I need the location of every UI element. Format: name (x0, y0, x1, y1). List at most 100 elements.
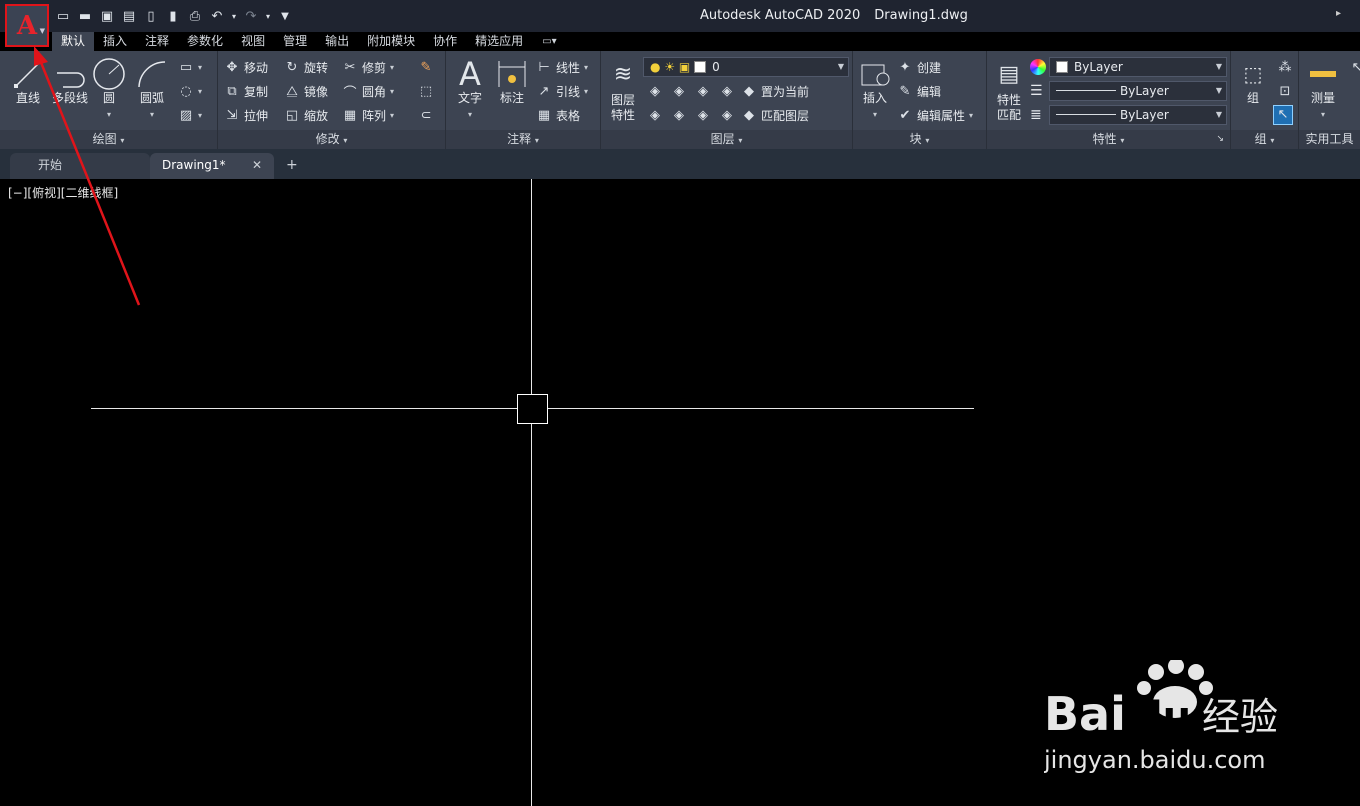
text-button[interactable]: A 文字 ▾ (450, 55, 490, 120)
create-block-button[interactable]: ✦ 创建 (897, 57, 941, 77)
scale-button[interactable]: ◱ 缩放 (284, 105, 328, 125)
array-button[interactable]: ▦ 阵列 ▾ (342, 105, 394, 125)
layer-lock-icon[interactable]: ◈ (719, 84, 735, 99)
layer-thaw-icon[interactable]: ◈ (695, 108, 711, 123)
copy-icon: ⧉ (227, 83, 237, 99)
layer-tools-row1: ◈ ◈ ◈ ◈ (647, 81, 735, 101)
panel-modify-title[interactable]: 修改 ▾ (218, 130, 445, 149)
tab-view[interactable]: 视图 (232, 32, 274, 51)
edit-attributes-button[interactable]: ✔ 编辑属性 ▾ (897, 105, 973, 125)
trim-icon: ✂ (344, 59, 356, 75)
undo-icon[interactable]: ↶ (208, 7, 226, 25)
panel-layers-title[interactable]: 图层 ▾ (601, 130, 852, 149)
tab-featured-apps[interactable]: 精选应用 (466, 32, 532, 51)
ribbon: 直线 多段线 圆 ▾ 圆弧 ▾ ▭ ▾ ◌ ▾ ▨ ▾ 绘图 ▾ ✥ 移动 ↻ 旋转 ✂ 修… (0, 51, 1360, 149)
ungroup-button[interactable]: ⁂ (1277, 57, 1293, 77)
dimension-button[interactable]: 标注 (492, 57, 532, 106)
tab-drawing1[interactable]: Drawing1* ✕ (150, 153, 274, 179)
fillet-button[interactable]: ⌒ 圆角 ▾ (342, 81, 394, 101)
mirror-icon: ⧋ (286, 83, 298, 99)
ruler-icon (1303, 57, 1343, 91)
layer-unisolate-icon[interactable]: ◈ (671, 108, 687, 123)
tab-output[interactable]: 输出 (316, 32, 358, 51)
match-layer-button[interactable]: ◆ 匹配图层 (741, 105, 809, 125)
tab-addins[interactable]: 附加模块 (358, 32, 424, 51)
leader-icon: ↗ (538, 83, 550, 99)
tab-manage[interactable]: 管理 (274, 32, 316, 51)
dialog-launcher-icon[interactable]: ↘ (1216, 130, 1224, 149)
linetype-icon: ≣ (1030, 107, 1042, 123)
linear-dim-button[interactable]: ⊢ 线性 ▾ (536, 57, 588, 77)
plot-printer-icon[interactable]: ⎙ (186, 7, 204, 25)
sun-icon: ☀ (664, 60, 676, 74)
red-pointer-arrow-icon (34, 46, 141, 306)
measure-button[interactable]: 测量 ▾ (1303, 57, 1343, 120)
redo-dropdown-icon[interactable]: ▾ (264, 7, 272, 25)
panel-properties-title[interactable]: 特性 ▾ ↘ (987, 130, 1230, 149)
lineweight-dropdown[interactable]: ByLayer ▼ (1049, 105, 1227, 125)
ribbon-minimize-icon[interactable]: ▭▾ (542, 32, 556, 51)
layer-freeze-icon[interactable]: ◈ (695, 84, 711, 99)
mirror-button[interactable]: ⧋ 镜像 (284, 81, 328, 101)
redo-icon[interactable]: ↷ (242, 7, 260, 25)
copy-button[interactable]: ⧉ 复制 (224, 81, 268, 101)
table-button[interactable]: ▦ 表格 (536, 105, 580, 125)
layer-unlock-icon[interactable]: ◈ (719, 108, 735, 123)
window-title: Autodesk AutoCAD 2020 Drawing1.dwg (700, 8, 968, 23)
linetype-dropdown[interactable]: ByLayer ▼ (1049, 81, 1227, 101)
panel-annotation-title[interactable]: 注释 ▾ (446, 130, 600, 149)
new-tab-button[interactable]: + (280, 153, 304, 179)
lightbulb-icon: ● (650, 60, 661, 74)
panel-layers: ≋ 图层 特性 ● ☀ ▣ 0 ▼ ◈ ◈ ◈ ◈ ◆ 置为当前 ◈ ◈ ◈ ◈ … (601, 51, 853, 149)
select-all-button[interactable]: ↖ (1349, 57, 1360, 77)
match-properties-button[interactable]: ▤ 特性 匹配 (989, 55, 1029, 123)
explode-button[interactable]: ⬚ (418, 81, 434, 101)
customize-qat-icon[interactable]: ▼ (276, 7, 294, 25)
explode-icon: ⬚ (419, 83, 433, 99)
layer-properties-button[interactable]: ≋ 图层 特性 (603, 55, 643, 123)
rotate-icon: ↻ (286, 59, 298, 75)
color-dropdown[interactable]: ByLayer ▼ (1049, 57, 1227, 77)
hatch-button[interactable]: ▨ ▾ (178, 105, 202, 125)
color-wheel-icon (1030, 59, 1046, 75)
document-title: Drawing1.dwg (874, 8, 968, 23)
insert-block-button[interactable]: 插入 ▾ (855, 57, 895, 120)
layer-isolate-icon[interactable]: ◈ (671, 84, 687, 99)
array-icon: ▦ (343, 107, 357, 123)
edit-block-button[interactable]: ✎ 编辑 (897, 81, 941, 101)
insert-block-icon (855, 57, 895, 91)
group-icon: ⬚ (1243, 62, 1263, 86)
panel-utilities: 测量 ▾ ↖ 实用工具 (1299, 51, 1360, 149)
panel-groups: ⬚ 组 ⁂ ⊡ ↖ 组 ▾ (1231, 51, 1299, 149)
tab-parametric[interactable]: 参数化 (178, 32, 232, 51)
rotate-button[interactable]: ↻ 旋转 (284, 57, 328, 77)
svg-text:jingyan.baidu.com: jingyan.baidu.com (1044, 746, 1265, 774)
layer-dropdown[interactable]: ● ☀ ▣ 0 ▼ (643, 57, 849, 77)
move-button[interactable]: ✥ 移动 (224, 57, 268, 77)
layer-on-icon[interactable]: ◈ (647, 108, 663, 123)
ellipse-button[interactable]: ◌ ▾ (178, 81, 202, 101)
text-a-icon: A (459, 55, 481, 93)
group-button[interactable]: ⬚ 组 (1233, 57, 1273, 106)
set-current-button[interactable]: ◆ 置为当前 (741, 81, 809, 101)
tab-collaborate[interactable]: 协作 (424, 32, 466, 51)
leader-button[interactable]: ↗ 引线 ▾ (536, 81, 588, 101)
panel-utilities-title[interactable]: 实用工具 (1299, 130, 1360, 149)
group-edit-button[interactable]: ⊡ (1277, 81, 1293, 101)
expand-arrow-icon[interactable]: ▸ (1336, 8, 1341, 19)
panel-block: 插入 ▾ ✦ 创建 ✎ 编辑 ✔ 编辑属性 ▾ 块 ▾ (853, 51, 987, 149)
save-web-icon[interactable]: ▮ (164, 7, 182, 25)
offset-button[interactable]: ⊂ (418, 105, 434, 125)
rectangle-button[interactable]: ▭ ▾ (178, 57, 202, 77)
scale-icon: ◱ (285, 107, 299, 123)
undo-dropdown-icon[interactable]: ▾ (230, 7, 238, 25)
layer-off-icon[interactable]: ◈ (647, 84, 663, 99)
close-icon[interactable]: ✕ (252, 153, 262, 177)
title-bar: ▭ ▬ ▣ ▤ ▯ ▮ ⎙ ↶ ▾ ↷ ▾ ▼ Autodesk AutoCAD… (0, 0, 1360, 32)
stretch-button[interactable]: ⇲ 拉伸 (224, 105, 268, 125)
panel-groups-title[interactable]: 组 ▾ (1231, 130, 1298, 149)
erase-button[interactable]: ✎ (418, 57, 434, 77)
trim-button[interactable]: ✂ 修剪 ▾ (342, 57, 394, 77)
panel-block-title[interactable]: 块 ▾ (853, 130, 986, 149)
group-selection-button[interactable]: ↖ (1273, 105, 1293, 125)
